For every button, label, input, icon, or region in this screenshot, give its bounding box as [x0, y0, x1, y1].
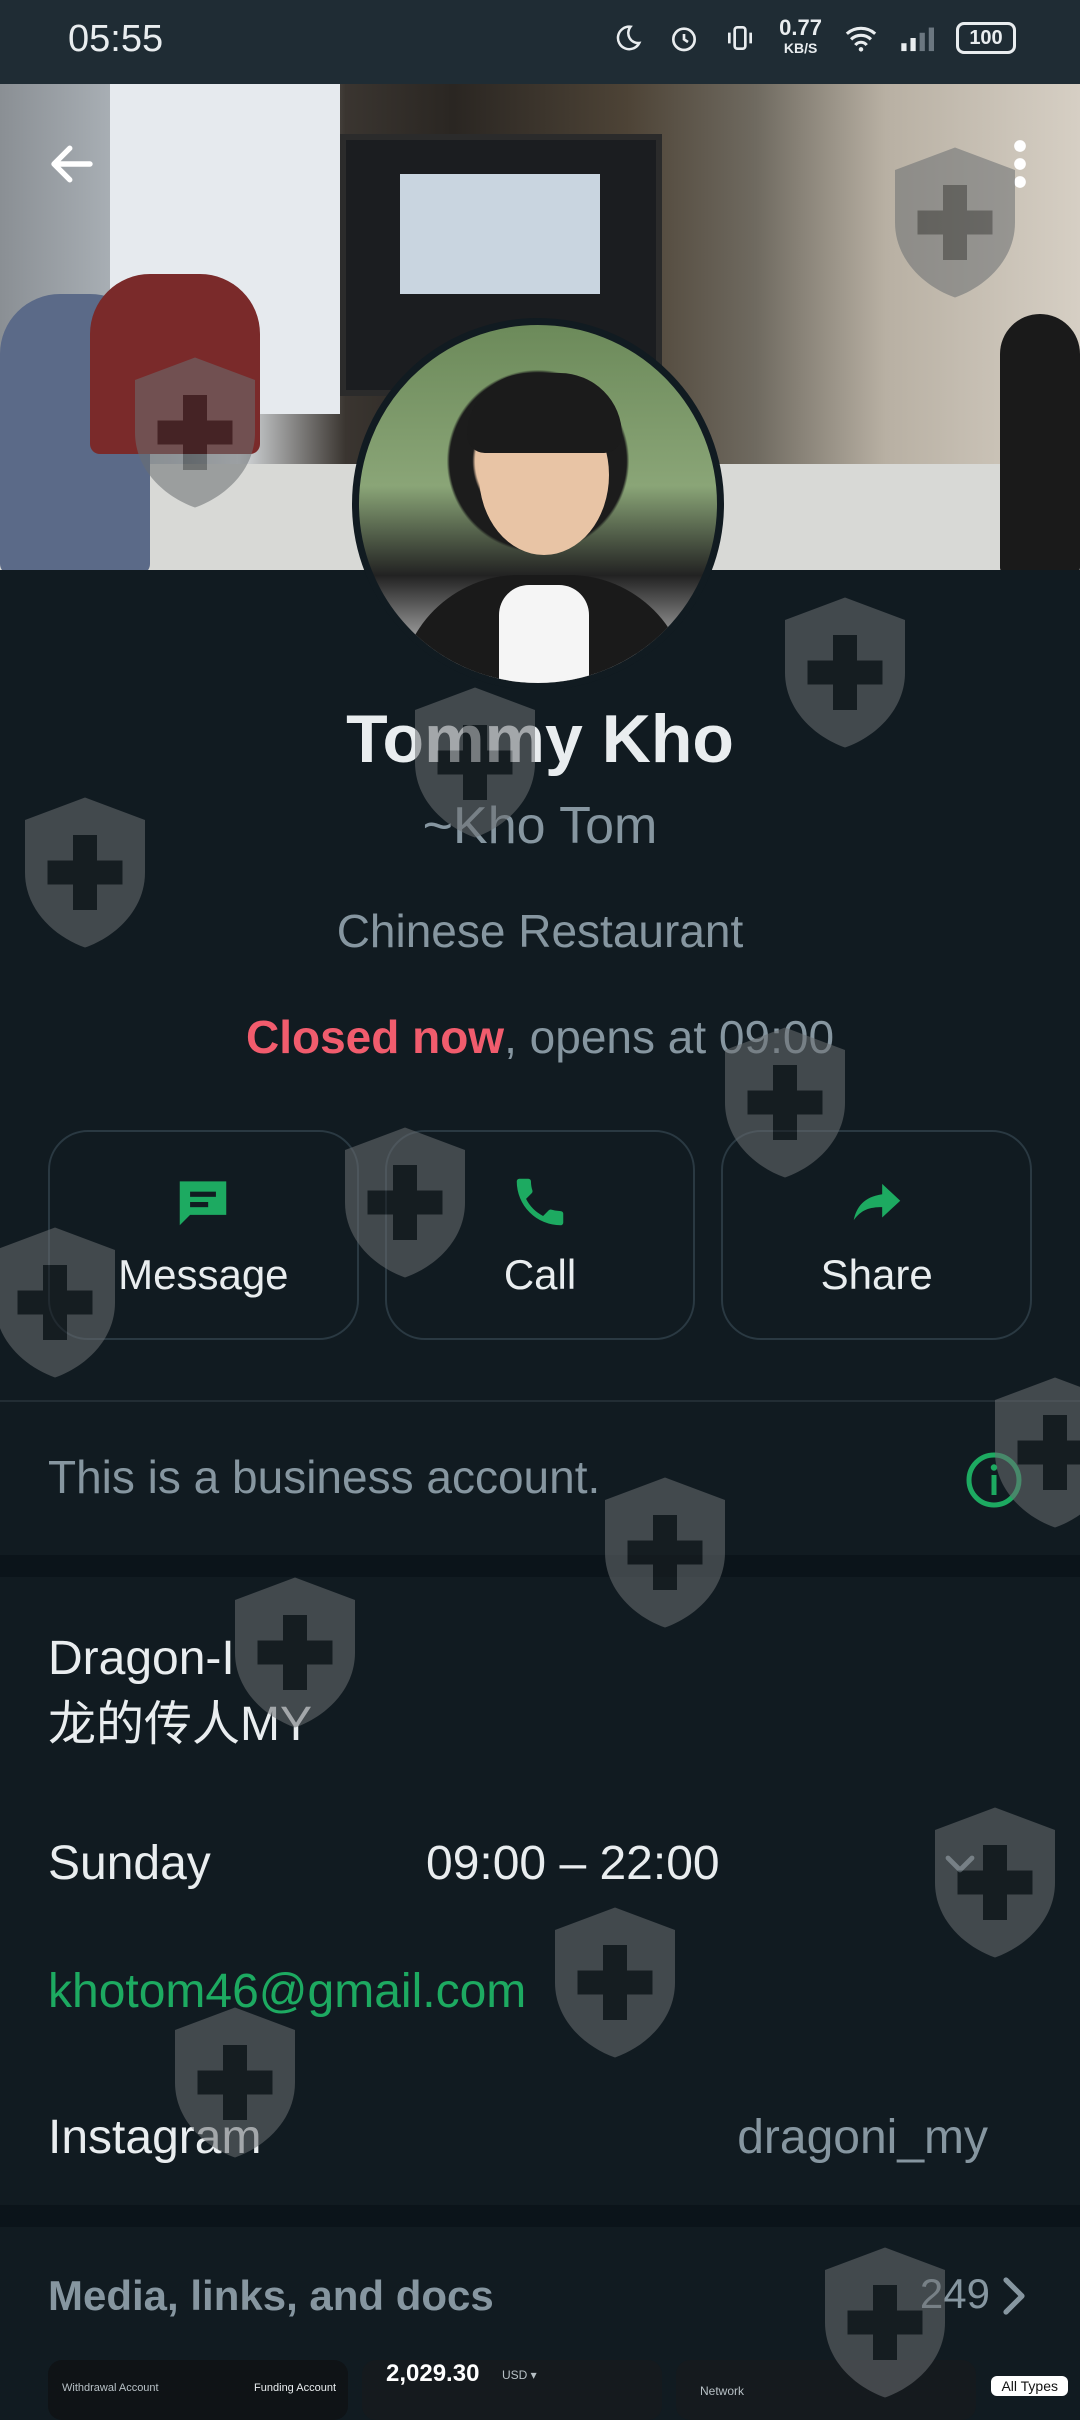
- instagram-handle[interactable]: dragoni_my: [737, 2110, 988, 2165]
- shield-watermark-icon: [220, 1570, 370, 1735]
- media-thumb[interactable]: 2,029.30 USD ▾: [362, 2360, 662, 2420]
- shield-watermark-icon: [590, 1470, 740, 1635]
- signal-icon: [900, 21, 934, 55]
- business-category: Chinese Restaurant: [0, 904, 1080, 958]
- back-button[interactable]: [40, 132, 104, 196]
- alarm-icon: [667, 21, 701, 55]
- section-separator: [0, 1555, 1080, 1577]
- shield-watermark-icon: [880, 140, 1030, 305]
- call-button-label: Call: [504, 1251, 576, 1299]
- shield-watermark-icon: [980, 1370, 1080, 1535]
- status-icons: 0.77 KB/S 100: [611, 18, 1016, 58]
- status-time: 05:55: [68, 18, 163, 61]
- net-speed: 0.77 KB/S: [779, 18, 822, 58]
- shield-watermark-icon: [810, 2240, 960, 2405]
- thumb-funding-label: Funding Account: [254, 2382, 336, 2394]
- shield-watermark-icon: [0, 1220, 130, 1385]
- cover-person-right: [1000, 314, 1080, 570]
- shield-watermark-icon: [710, 1020, 860, 1185]
- hours-day[interactable]: Sunday: [48, 1836, 211, 1891]
- thumb-withdrawal-label: Withdrawal Account: [62, 2382, 159, 2394]
- avatar-shirt: [499, 585, 589, 690]
- closed-now-text: Closed now: [246, 1011, 504, 1063]
- shield-watermark-icon: [330, 1120, 480, 1285]
- battery-icon: 100: [956, 22, 1016, 54]
- moon-icon: [611, 21, 645, 55]
- message-icon: [172, 1171, 234, 1233]
- shield-watermark-icon: [120, 350, 270, 515]
- cover-tv-screen: [400, 174, 600, 294]
- divider: [0, 1400, 1080, 1402]
- section-separator: [0, 2205, 1080, 2227]
- phone-icon: [509, 1171, 571, 1233]
- net-speed-value: 0.77: [779, 18, 822, 38]
- avatar[interactable]: [352, 318, 724, 690]
- vibrate-icon: [723, 21, 757, 55]
- shield-watermark-icon: [400, 680, 550, 845]
- net-speed-unit: KB/S: [779, 38, 822, 58]
- media-thumb[interactable]: Withdrawal Account Funding Account: [48, 2360, 348, 2420]
- thumb-network: Network: [700, 2384, 744, 2398]
- avatar-hair: [467, 373, 622, 453]
- hours-status: Closed now, opens at 09:00: [0, 1010, 1080, 1064]
- shield-watermark-icon: [920, 1800, 1070, 1965]
- status-bar: 05:55 0.77 KB/S 100: [0, 0, 1080, 84]
- share-button-label: Share: [821, 1251, 933, 1299]
- hours-time-range[interactable]: 09:00 – 22:00: [426, 1836, 720, 1891]
- shield-watermark-icon: [160, 2000, 310, 2165]
- shield-watermark-icon: [10, 790, 160, 955]
- arrow-back-icon: [45, 137, 99, 191]
- business-account-note: This is a business account.: [48, 1450, 600, 1504]
- media-links-docs-label[interactable]: Media, links, and docs: [48, 2272, 494, 2320]
- message-button-label: Message: [118, 1251, 288, 1299]
- thumb-amount: 2,029.30: [386, 2360, 479, 2388]
- all-types-label: All Types: [991, 2376, 1068, 2396]
- shield-watermark-icon: [770, 590, 920, 755]
- chevron-right-icon[interactable]: [994, 2272, 1034, 2320]
- thumb-currency: USD ▾: [502, 2368, 537, 2382]
- action-buttons: Message Call Share: [48, 1130, 1032, 1340]
- shield-watermark-icon: [540, 1900, 690, 2065]
- wifi-icon: [844, 21, 878, 55]
